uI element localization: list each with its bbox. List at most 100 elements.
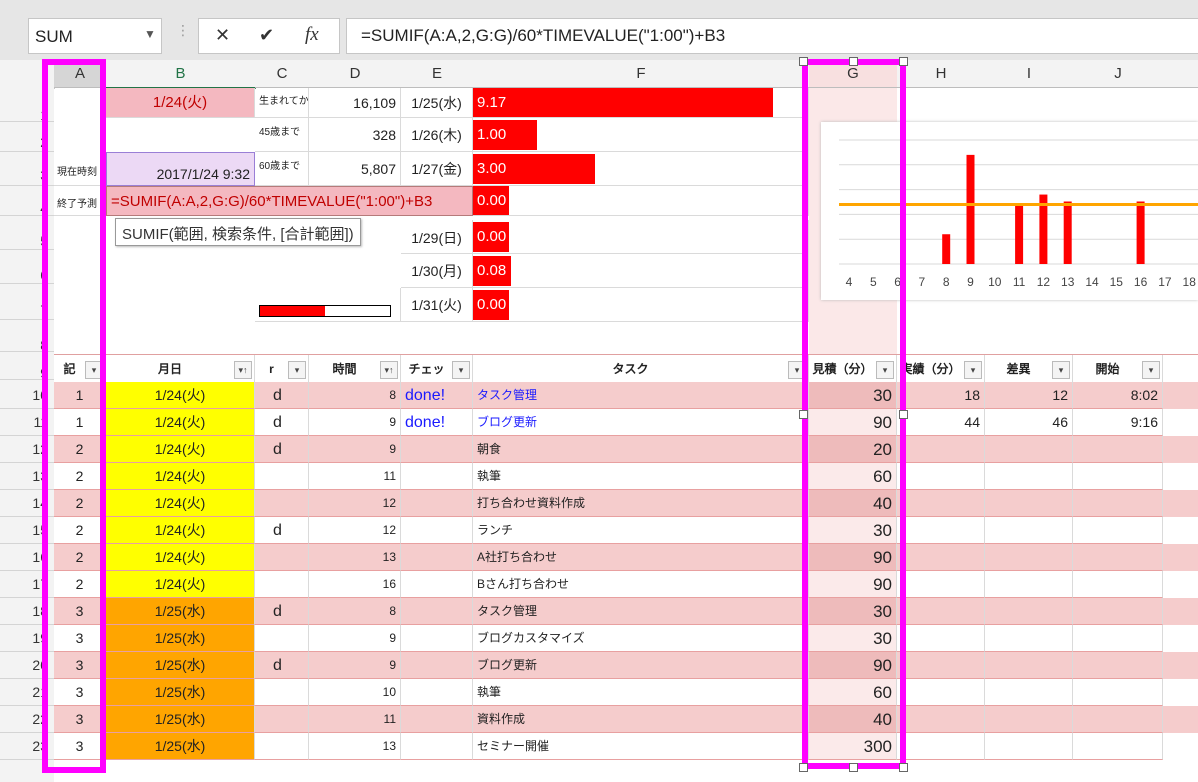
table-cell[interactable]: 1/24(火) [106,544,255,571]
chevron-down-icon[interactable]: ▼ [144,27,156,41]
table-cell[interactable]: 1/25(水) [106,733,255,760]
resize-handle[interactable] [799,410,808,419]
table-cell[interactable] [401,625,473,652]
table-row[interactable]: 1 1/24(火) d 8 done! タスク管理 30 18 12 8:02 10 [0,382,1198,409]
table-cell[interactable]: 1/25(水) [106,652,255,679]
table-cell[interactable] [255,544,309,571]
table-row[interactable]: 3 1/25(水) 10 執筆 60 21 [0,679,1198,706]
table-cell[interactable] [255,679,309,706]
table-cell[interactable]: 1/25(水) [106,706,255,733]
resize-handle[interactable] [899,57,908,66]
cell-c1[interactable]: 生まれてから [255,88,309,118]
table-cell[interactable]: ランチ [473,517,809,544]
cell-e2[interactable]: 1/26(木) [401,118,473,152]
table-cell[interactable]: タスク管理 [473,382,809,409]
table-cell[interactable]: d [255,652,309,679]
cell-f6[interactable]: 0.08 [473,254,809,288]
table-cell[interactable]: 打ち合わせ資料作成 [473,490,809,517]
table-cell[interactable] [897,625,985,652]
cell-e3[interactable]: 1/27(金) [401,152,473,186]
table-cell[interactable] [897,733,985,760]
filter-dropdown-icon[interactable]: ▾↑ [234,361,252,379]
table-cell[interactable] [897,706,985,733]
cell-e6[interactable]: 1/30(月) [401,254,473,288]
table-cell[interactable]: 11 [309,706,401,733]
table-row[interactable]: 3 1/25(水) 13 セミナー開催 300 23 [0,733,1198,760]
filter-dropdown-icon[interactable]: ▾ [964,361,982,379]
table-cell[interactable]: 13 [309,733,401,760]
table-cell[interactable]: 8 [309,382,401,409]
table-row[interactable]: 2 1/24(火) 16 Bさん打ち合わせ 90 17 [0,571,1198,598]
table-cell[interactable]: ブログ更新 [473,652,809,679]
filter-dropdown-icon[interactable]: ▾ [1052,361,1070,379]
table-cell[interactable] [1073,463,1163,490]
hdr-start[interactable]: 開始 ▾ [1073,355,1163,383]
cell-e5[interactable]: 1/29(日) [401,220,473,254]
table-cell[interactable]: 1/24(火) [106,490,255,517]
col-header-h[interactable]: H [897,60,986,88]
table-cell[interactable] [897,652,985,679]
table-cell[interactable] [255,706,309,733]
table-cell[interactable] [255,571,309,598]
table-cell[interactable]: d [255,598,309,625]
cell-c2[interactable]: 45歳まで [255,118,309,152]
table-row[interactable]: 2 1/24(火) 11 執筆 60 13 [0,463,1198,490]
table-cell[interactable] [1073,733,1163,760]
table-cell[interactable]: 46 [985,409,1073,436]
resize-handle[interactable] [849,763,858,772]
table-cell[interactable]: 16 [309,571,401,598]
table-cell[interactable]: 9 [309,625,401,652]
table-cell[interactable] [985,625,1073,652]
table-cell[interactable] [1073,436,1163,463]
hdr-actual[interactable]: 実績（分） ▾ [897,355,985,383]
cell-d1[interactable]: 16,109 [309,88,401,118]
table-cell[interactable]: 8 [309,598,401,625]
table-cell[interactable]: 9 [309,436,401,463]
table-cell[interactable] [985,490,1073,517]
table-cell[interactable]: done! [401,382,473,409]
hdr-time[interactable]: 時間 ▾↑ [309,355,401,383]
cell-c7-progress[interactable] [255,288,401,322]
table-cell[interactable] [1073,652,1163,679]
table-cell[interactable] [897,544,985,571]
cell-e1[interactable]: 1/25(水) [401,88,473,118]
table-cell[interactable]: A社打ち合わせ [473,544,809,571]
cancel-icon[interactable]: ✕ [215,25,230,46]
table-cell[interactable] [1073,517,1163,544]
table-cell[interactable] [1073,571,1163,598]
table-cell[interactable] [897,517,985,544]
table-cell[interactable] [255,733,309,760]
table-cell[interactable] [401,517,473,544]
table-cell[interactable] [985,571,1073,598]
table-cell[interactable] [985,679,1073,706]
table-cell[interactable]: 1/25(水) [106,625,255,652]
table-cell[interactable]: タスク管理 [473,598,809,625]
table-cell[interactable] [985,436,1073,463]
cell-f1[interactable]: 9.17 [473,88,809,118]
table-cell[interactable]: 11 [309,463,401,490]
filter-dropdown-icon[interactable]: ▾ [452,361,470,379]
table-cell[interactable] [255,490,309,517]
table-cell[interactable]: 執筆 [473,463,809,490]
cell-d3[interactable]: 5,807 [309,152,401,186]
cell-b3[interactable]: 2017/1/24 9:32 [106,152,255,186]
hdr-check[interactable]: チェッ ▾ [401,355,473,383]
table-cell[interactable] [985,652,1073,679]
cell-d2[interactable]: 328 [309,118,401,152]
table-cell[interactable]: done! [401,409,473,436]
table-cell[interactable] [401,733,473,760]
table-cell[interactable] [401,598,473,625]
table-cell[interactable] [897,436,985,463]
table-cell[interactable]: 1/24(火) [106,436,255,463]
table-cell[interactable] [1073,544,1163,571]
hdr-r[interactable]: r ▾ [255,355,309,383]
col-header-d[interactable]: D [309,60,402,88]
cell-f2[interactable]: 1.00 [473,118,809,152]
table-cell[interactable]: 1/24(火) [106,571,255,598]
table-cell[interactable] [1073,490,1163,517]
table-cell[interactable]: 9 [309,409,401,436]
col-header-b[interactable]: B [106,60,256,89]
table-cell[interactable] [985,463,1073,490]
table-cell[interactable]: 1/25(水) [106,598,255,625]
table-cell[interactable] [897,490,985,517]
